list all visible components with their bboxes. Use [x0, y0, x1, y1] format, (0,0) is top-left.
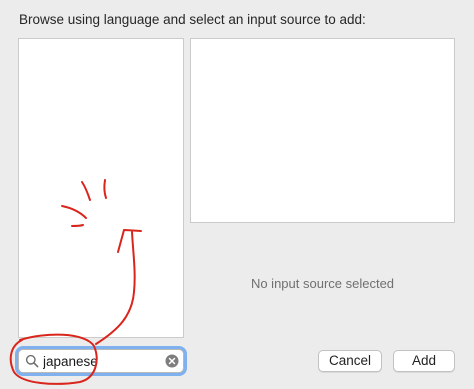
search-field[interactable] — [18, 349, 184, 373]
clear-search-icon[interactable] — [165, 354, 179, 368]
add-button[interactable]: Add — [393, 350, 455, 372]
cancel-button[interactable]: Cancel — [318, 350, 382, 372]
search-icon — [25, 354, 39, 368]
language-list[interactable] — [18, 38, 184, 338]
dialog-heading: Browse using language and select an inpu… — [19, 12, 366, 27]
search-input[interactable] — [43, 352, 159, 370]
empty-selection-message: No input source selected — [250, 276, 395, 291]
input-source-list[interactable] — [190, 38, 455, 223]
